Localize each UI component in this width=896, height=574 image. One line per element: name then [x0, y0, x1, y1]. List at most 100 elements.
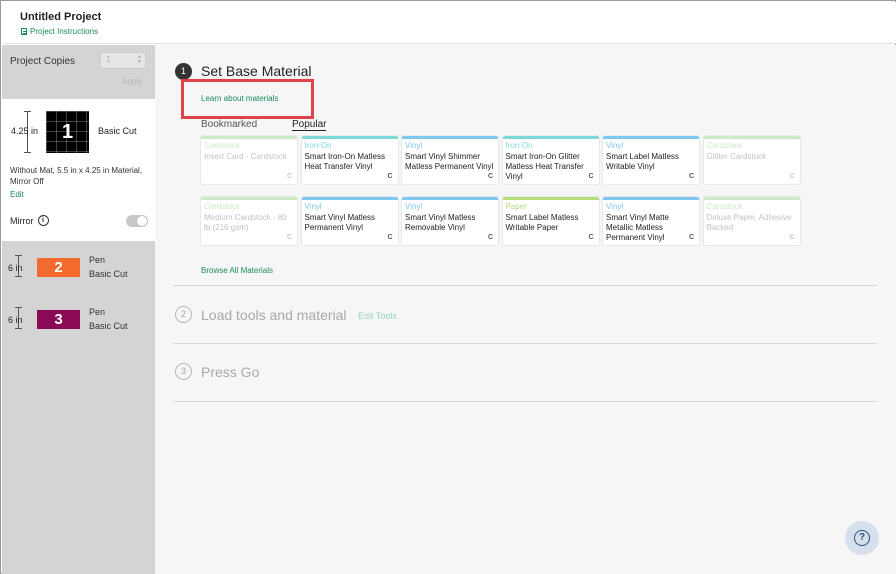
mat-tool: Pen — [89, 307, 106, 317]
material-name: Smart Iron-On Glitter Matless Heat Trans… — [505, 152, 584, 181]
cricut-logo-icon: C — [487, 173, 493, 180]
material-category-bar — [301, 136, 398, 139]
mat-thumbnail[interactable]: 3 — [37, 310, 80, 329]
mat-tool: Pen — [89, 255, 106, 265]
material-category-bar — [402, 136, 498, 139]
project-copies-label: Project Copies — [10, 56, 76, 67]
material-category-bar — [703, 197, 800, 200]
mat-material-info: Without Mat, 5.5 in x 4.25 in Material, … — [10, 166, 143, 186]
mirror-toggle[interactable] — [126, 215, 148, 227]
project-instructions-link[interactable]: Project Instructions — [21, 27, 98, 36]
material-card[interactable]: Iron-On Smart Iron-On Matless Heat Transf… — [301, 136, 398, 184]
material-card[interactable]: Cardstock Deluxe Paper, Adhesive Backed C — [703, 197, 800, 245]
apply-button[interactable]: Apply — [122, 77, 142, 86]
step-2-number: 2 — [175, 306, 192, 323]
tab-bookmarked[interactable]: Bookmarked — [201, 119, 257, 130]
mat-item-2[interactable]: 6 in 2 Pen Basic Cut — [2, 251, 155, 301]
step-1-number: 1 — [175, 63, 192, 80]
mirror-setting: Mirror i — [10, 215, 49, 226]
material-card[interactable]: Vinyl Smart Vinyl Matless Permanent Vinyl… — [301, 197, 398, 245]
project-copies-panel: Project Copies 1 ▲ ▼ Apply — [2, 45, 155, 99]
material-category-bar — [402, 197, 498, 200]
material-category-bar — [301, 197, 398, 200]
cricut-logo-icon: C — [688, 173, 694, 180]
divider — [173, 343, 877, 344]
material-category: Paper — [505, 202, 527, 211]
divider — [173, 401, 877, 402]
window-frame: Untitled Project Project Instructions Pr… — [0, 0, 896, 574]
mat-thumbnail[interactable]: 1 — [46, 111, 89, 153]
mat-sidebar: Project Copies 1 ▲ ▼ Apply 4.25 in 1 Basi… — [2, 45, 155, 574]
mat-dimension: 6 in — [8, 315, 23, 325]
material-category: Vinyl — [606, 202, 624, 211]
mat-cut-type: Basic Cut — [89, 269, 128, 279]
material-category: Cardstock — [204, 202, 241, 211]
make-steps-panel: 1 Set Base Material Learn about material… — [155, 45, 896, 574]
project-title: Untitled Project — [20, 11, 102, 23]
material-name: Smart Label Matless Writable Paper — [505, 213, 579, 232]
material-category-bar — [502, 197, 599, 200]
material-category: Vinyl — [405, 141, 423, 150]
step-3-title: Press Go — [201, 364, 260, 380]
material-card[interactable]: Cardstock Insert Card - Cardstock C — [201, 136, 297, 184]
mat-cut-type: Basic Cut — [98, 126, 137, 136]
cricut-logo-icon: C — [387, 234, 393, 241]
material-name: Smart Vinyl Matless Removable Vinyl — [405, 213, 476, 232]
material-name: Smart Vinyl Matless Permanent Vinyl — [304, 213, 376, 232]
browse-all-materials-link[interactable]: Browse All Materials — [201, 266, 273, 275]
material-name: Insert Card - Cardstock — [204, 152, 287, 161]
material-name: Smart Vinyl Matte Metallic Matless Perma… — [606, 213, 669, 242]
material-category-bar — [703, 136, 800, 139]
material-card[interactable]: Cardstock Medium Cardstock - 80 lb (216 g… — [201, 197, 297, 245]
material-card[interactable]: Iron-On Smart Iron-On Glitter Matless Hea… — [502, 136, 599, 184]
cricut-logo-icon: C — [588, 234, 594, 241]
material-card[interactable]: Vinyl Smart Vinyl Shimmer Matless Permane… — [402, 136, 498, 184]
material-card[interactable]: Paper Smart Label Matless Writable Paper C — [502, 197, 599, 245]
material-category: Vinyl — [405, 202, 423, 211]
mirror-label: Mirror — [10, 215, 34, 226]
cricut-logo-icon: C — [688, 234, 694, 241]
material-name: Smart Vinyl Shimmer Matless Permanent Vi… — [405, 152, 494, 171]
material-category-bar — [603, 136, 699, 139]
highlight-box — [181, 79, 314, 119]
question-icon: ? — [854, 530, 870, 546]
project-instructions-label: Project Instructions — [30, 27, 99, 36]
material-category: Vinyl — [304, 202, 322, 211]
step-1-title: Set Base Material — [201, 63, 312, 79]
cricut-logo-icon: C — [286, 234, 292, 241]
project-copies-input[interactable]: 1 ▲ ▼ — [100, 52, 146, 69]
edit-mat-link[interactable]: Edit — [10, 190, 24, 199]
tab-popular[interactable]: Popular — [292, 119, 327, 131]
material-category-bar — [201, 197, 297, 200]
material-card[interactable]: Cardstock Glitter Cardstock C — [703, 136, 800, 184]
material-category-bar — [502, 136, 599, 139]
material-card[interactable]: Vinyl Smart Vinyl Matless Removable Vinyl… — [402, 197, 498, 245]
material-category: Cardstock — [706, 202, 743, 211]
material-name: Deluxe Paper, Adhesive Backed — [706, 213, 792, 232]
material-name: Glitter Cardstock — [706, 152, 767, 161]
edit-tools-link[interactable]: Edit Tools — [358, 311, 397, 321]
material-category: Cardstock — [204, 141, 241, 150]
mat-dimension: 6 in — [8, 263, 23, 273]
mat-thumbnail[interactable]: 2 — [37, 258, 80, 277]
material-name: Smart Label Matless Writable Vinyl — [606, 152, 679, 171]
material-category: Vinyl — [606, 141, 624, 150]
cricut-logo-icon: C — [286, 173, 292, 180]
step-3-number: 3 — [175, 363, 192, 380]
mat-item-3[interactable]: 6 in 3 Pen Basic Cut — [2, 303, 155, 353]
spinner-arrows-icon[interactable]: ▲ ▼ — [137, 55, 142, 65]
info-icon[interactable]: i — [37, 215, 49, 226]
document-icon — [21, 28, 27, 35]
mat-dimension: 4.25 in — [11, 126, 39, 136]
material-category-bar — [201, 136, 297, 139]
help-button[interactable]: ? — [845, 521, 879, 555]
material-card[interactable]: Vinyl Smart Label Matless Writable Vinyl C — [603, 136, 699, 184]
mat-cut-type: Basic Cut — [89, 321, 128, 331]
material-name: Medium Cardstock - 80 lb (216 gsm) — [204, 213, 287, 232]
mat-item-1[interactable]: 4.25 in 1 Basic Cut Without Mat, 5.5 in … — [2, 99, 155, 241]
material-category-bar — [603, 197, 699, 200]
material-category: Iron-On — [505, 141, 533, 150]
project-header: Untitled Project Project Instructions — [2, 2, 896, 44]
cricut-logo-icon: C — [387, 173, 393, 180]
material-card[interactable]: Vinyl Smart Vinyl Matte Metallic Matless … — [603, 197, 699, 245]
